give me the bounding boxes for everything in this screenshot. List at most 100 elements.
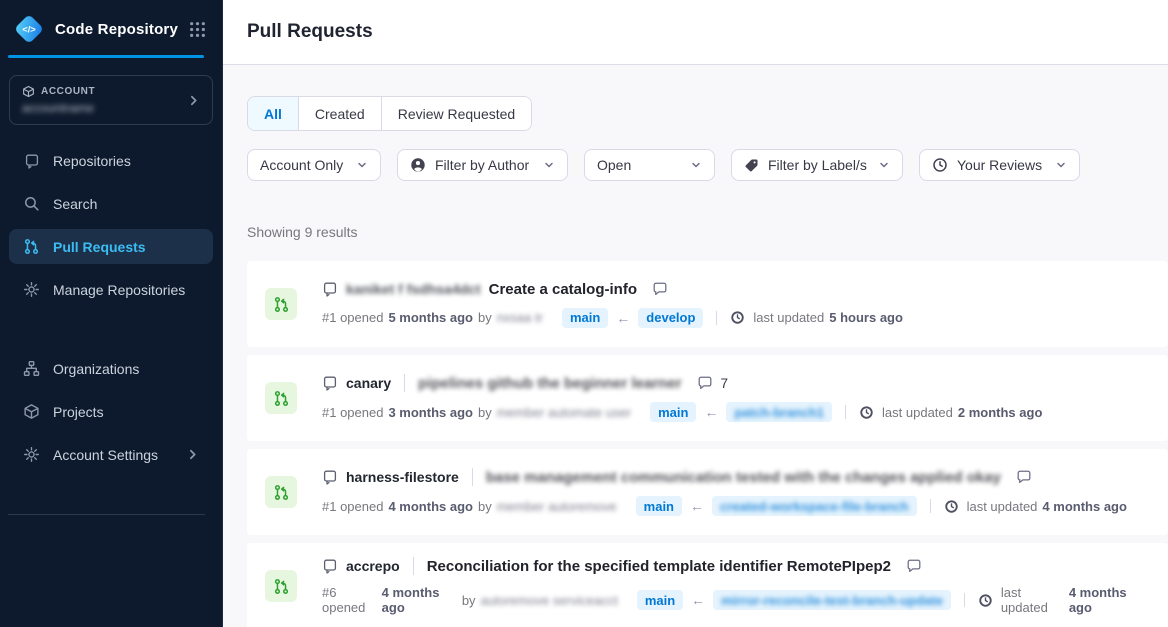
pr-meta-line: #1 opened3 months agobymember automate u… [322, 402, 1144, 422]
clock-icon [932, 157, 948, 173]
divider [845, 405, 846, 419]
sidebar-item-label: Account Settings [53, 447, 158, 463]
pr-by-label: by [478, 499, 492, 514]
pr-author: nxsaa tr [497, 310, 543, 325]
comment-icon [906, 558, 922, 574]
source-branch-badge[interactable]: develop [638, 308, 703, 328]
tab-all[interactable]: All [248, 97, 299, 130]
app-grid-icon[interactable] [189, 21, 206, 38]
pr-title-line: accrepo Reconciliation for the specified … [322, 557, 1144, 575]
filter-label: Filter by Author [435, 157, 529, 173]
filter-filter-by-label-s[interactable]: Filter by Label/s [731, 149, 903, 181]
filter-your-reviews[interactable]: Your Reviews [919, 149, 1080, 181]
pr-title: pipelines github the beginner learner [418, 375, 681, 392]
pr-title-line: kaniket f fsdhsa4dctCreate a catalog-inf… [322, 281, 1144, 298]
target-branch-badge[interactable]: main [562, 308, 608, 328]
sidebar-item-projects[interactable]: Projects [9, 394, 213, 429]
main-area: Pull Requests AllCreatedReview Requested… [223, 0, 1168, 627]
chevron-down-icon [1055, 159, 1067, 171]
repo-icon [322, 469, 338, 485]
pr-updated-label: last updated [882, 405, 953, 420]
pr-author: member autoremove [497, 499, 617, 514]
sidebar-item-search[interactable]: Search [9, 186, 213, 221]
pr-updated-label: last updated [753, 310, 824, 325]
pr-repo-name: accrepo [346, 558, 400, 574]
account-info: ACCOUNT accountname [22, 85, 187, 115]
chevron-down-icon [543, 159, 555, 171]
pr-content: harness-filestorebase management communi… [322, 468, 1144, 516]
pr-meta-line: #6 opened4 months agobyautoremove servic… [322, 585, 1144, 615]
repo-icon [322, 281, 338, 297]
branch-arrow: ← [704, 404, 718, 420]
updated-clock-icon [730, 310, 745, 325]
source-branch-label: mirror-reconcile-test-branch-update [721, 593, 943, 608]
sidebar-item-label: Pull Requests [53, 239, 146, 255]
pr-list: kaniket f fsdhsa4dctCreate a catalog-inf… [247, 261, 1168, 627]
target-branch-badge[interactable]: main [637, 590, 683, 610]
sidebar-item-account-settings[interactable]: Account Settings [9, 437, 213, 472]
account-selector[interactable]: ACCOUNT accountname [9, 75, 213, 125]
pull-request-icon [273, 390, 290, 407]
sidebar-item-label: Projects [53, 404, 104, 420]
filter-open[interactable]: Open [584, 149, 715, 181]
target-branch-badge[interactable]: main [650, 402, 696, 422]
pr-open-state-icon [265, 570, 297, 602]
branch-arrow: ← [691, 592, 705, 608]
pr-title: Reconciliation for the specified templat… [427, 558, 891, 575]
tab-review-requested[interactable]: Review Requested [382, 97, 532, 130]
pr-branch-badges: main ← develop [562, 308, 703, 328]
source-branch-badge[interactable]: patch-branch1 [726, 402, 832, 422]
pr-branch-badges: main←created-workspace-file-branch [636, 496, 917, 516]
source-branch-label: patch-branch1 [734, 405, 824, 420]
chevron-down-icon [690, 159, 702, 171]
pr-title: Create a catalog-info [489, 281, 637, 298]
account-label: ACCOUNT [41, 86, 95, 97]
pr-row[interactable]: kaniket f fsdhsa4dctCreate a catalog-inf… [247, 261, 1168, 347]
page-title: Pull Requests [247, 21, 373, 43]
pr-by-label: by [478, 310, 492, 325]
pr-opened-ago: 3 months ago [388, 405, 473, 420]
target-branch-badge[interactable]: main [636, 496, 682, 516]
pr-opened-ago: 4 months ago [388, 499, 473, 514]
pr-updated-label: last updated [1001, 585, 1064, 615]
pr-number-opened: #1 opened [322, 405, 383, 420]
app-title: Code Repository [55, 21, 189, 38]
sidebar-item-organizations[interactable]: Organizations [9, 351, 213, 386]
chevron-down-icon [356, 159, 368, 171]
pr-by-label: by [478, 405, 492, 420]
sidebar-nav-primary: Repositories Search Pull Requests Manage Re… [0, 144, 222, 307]
sidebar-item-pull-requests[interactable]: Pull Requests [9, 229, 213, 264]
filter-label-group: Your Reviews [932, 157, 1042, 173]
filter-label: Open [597, 157, 631, 173]
divider [930, 499, 931, 513]
cube-icon [23, 403, 40, 420]
comment-icon [697, 375, 713, 391]
filter-label-group: Filter by Author [410, 157, 529, 173]
pr-number-opened: #1 opened [322, 499, 383, 514]
branch-arrow: ← [616, 310, 630, 326]
pr-row[interactable]: accrepo Reconciliation for the specified … [247, 543, 1168, 627]
brand-underline [8, 55, 204, 58]
pr-content: kaniket f fsdhsa4dctCreate a catalog-inf… [322, 281, 1144, 328]
gear-icon [23, 281, 40, 298]
filter-label-group: Account Only [260, 157, 343, 173]
pr-title-line: canarypipelines github the beginner lear… [322, 374, 1144, 392]
source-branch-badge[interactable]: created-workspace-file-branch [712, 496, 917, 516]
tab-created[interactable]: Created [299, 97, 382, 130]
filter-account-only[interactable]: Account Only [247, 149, 381, 181]
pr-row[interactable]: canarypipelines github the beginner lear… [247, 355, 1168, 441]
sidebar-nav-secondary: Organizations Projects Account Settings [0, 351, 222, 472]
pr-title-line: harness-filestorebase management communi… [322, 468, 1144, 486]
sidebar-item-manage-repositories[interactable]: Manage Repositories [9, 272, 213, 307]
filter-filter-by-author[interactable]: Filter by Author [397, 149, 568, 181]
brand: </> Code Repository [0, 0, 222, 55]
pr-number-opened: #6 opened [322, 585, 377, 615]
pr-row[interactable]: harness-filestorebase management communi… [247, 449, 1168, 535]
sidebar-item-repositories[interactable]: Repositories [9, 144, 213, 178]
pr-meta-line: #1 opened 4 months ago by member autoremove… [322, 496, 1144, 516]
sidebar-item-label: Manage Repositories [53, 282, 185, 298]
updated-clock-icon [944, 499, 959, 514]
sidebar-item-label: Organizations [53, 361, 139, 377]
pr-meta-line: #1 opened5 months agobynxsaa trmain←deve… [322, 308, 1144, 328]
source-branch-badge[interactable]: mirror-reconcile-test-branch-update [713, 590, 951, 610]
